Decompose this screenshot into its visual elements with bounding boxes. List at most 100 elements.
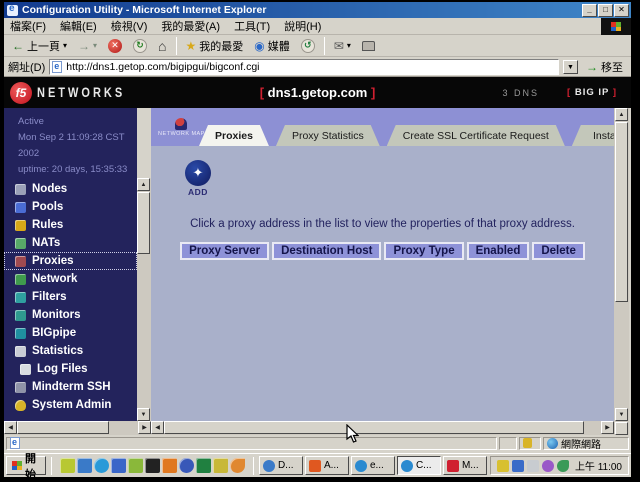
close-button[interactable]: ✕ <box>614 4 629 17</box>
mail-button[interactable]: ✉ ▾ <box>330 36 355 55</box>
minimize-button[interactable]: _ <box>582 4 597 17</box>
quick-launch-icon-9[interactable] <box>196 458 211 473</box>
refresh-button[interactable]: ↻ <box>129 36 151 55</box>
quick-launch-icon-4[interactable] <box>111 458 126 473</box>
menu-tools[interactable]: 工具(T) <box>234 18 270 34</box>
tab-proxy-statistics[interactable]: Proxy Statistics <box>276 125 380 146</box>
back-button[interactable]: ← 上一頁 ▾ <box>8 36 71 55</box>
quick-launch-icon-2[interactable] <box>77 458 92 473</box>
quick-launch-icon-1[interactable] <box>60 458 75 473</box>
print-button[interactable] <box>358 36 379 55</box>
start-button[interactable]: 開始 <box>6 456 46 475</box>
maximize-button[interactable]: □ <box>598 4 613 17</box>
scroll-down-icon[interactable]: ▼ <box>615 408 628 421</box>
sidebar-item-system-admin[interactable]: System Admin <box>4 396 137 414</box>
column-header-delete[interactable]: Delete <box>532 242 585 260</box>
address-dropdown-button[interactable]: ▼ <box>563 60 578 74</box>
scroll-up-icon[interactable]: ▲ <box>137 178 150 191</box>
add-button[interactable]: ✦ ADD <box>173 160 223 197</box>
link-bigip[interactable]: [ BIG IP ] <box>567 87 617 98</box>
sidebar-item-label: System Admin <box>32 399 111 411</box>
sidebar-item-label: Mindterm SSH <box>32 381 111 393</box>
tray-icon-5[interactable] <box>557 460 569 472</box>
sidebar-item-network[interactable]: Network <box>4 270 137 288</box>
scroll-left-icon[interactable]: ◀ <box>151 421 164 434</box>
scrollbar-thumb[interactable] <box>17 421 109 434</box>
address-input[interactable]: http://dns1.getop.com/bigipgui/bigconf.c… <box>49 59 559 75</box>
back-dropdown-icon[interactable]: ▾ <box>63 40 67 52</box>
scrollbar-thumb[interactable] <box>615 122 628 302</box>
document-icon <box>10 437 20 449</box>
task-button-1[interactable]: D... <box>259 456 303 475</box>
column-header-proxy-type[interactable]: Proxy Type <box>384 242 463 260</box>
forward-dropdown-icon[interactable]: ▾ <box>93 40 97 52</box>
media-button[interactable]: ◉ 媒體 <box>250 36 293 55</box>
column-header-destination-host[interactable]: Destination Host <box>272 242 381 260</box>
scroll-right-icon[interactable]: ▶ <box>601 421 614 434</box>
menu-favorites[interactable]: 我的最愛(A) <box>161 18 220 34</box>
favorites-button[interactable]: ★ 我的最愛 <box>182 36 248 55</box>
task-button-3[interactable]: e... <box>351 456 395 475</box>
quick-launch-icon-8[interactable] <box>179 458 194 473</box>
tray-icon-2[interactable] <box>512 460 524 472</box>
menu-edit[interactable]: 編輯(E) <box>60 18 97 34</box>
sidebar-item-pools[interactable]: Pools <box>4 198 137 216</box>
column-header-enabled[interactable]: Enabled <box>467 242 530 260</box>
main-vertical-scrollbar[interactable]: ▲ ▼ <box>614 108 629 435</box>
menu-file[interactable]: 檔案(F) <box>10 18 46 34</box>
tab-create-ssl-certificate-request[interactable]: Create SSL Certificate Request <box>387 125 565 146</box>
sidebar-item-bigpipe[interactable]: BIGpipe <box>4 324 137 342</box>
quick-launch-icon-5[interactable] <box>128 458 143 473</box>
quick-launch-icon-3[interactable] <box>94 458 109 473</box>
sidebar-item-proxies[interactable]: Proxies <box>4 252 137 270</box>
scroll-left-icon[interactable]: ◀ <box>4 421 17 434</box>
sidebar-vertical-scrollbar[interactable]: ▲ ▼ <box>137 178 151 421</box>
stop-button[interactable]: ✕ <box>104 36 126 55</box>
tray-icon-4[interactable] <box>542 460 554 472</box>
main-horizontal-scrollbar[interactable]: ◀ ▶ <box>151 421 614 435</box>
history-button[interactable]: ↺ <box>297 36 319 55</box>
task-button-5[interactable]: M... <box>443 456 487 475</box>
task-button-2[interactable]: A... <box>305 456 349 475</box>
sidebar-item-log-files[interactable]: Log Files <box>4 360 137 378</box>
mail-dropdown-icon[interactable]: ▾ <box>347 40 351 52</box>
desktop: { "window": { "title": "Configuration Ut… <box>0 0 640 480</box>
column-header-proxy-server[interactable]: Proxy Server <box>180 242 269 260</box>
sidebar-item-nats[interactable]: NATs <box>4 234 137 252</box>
quick-launch-icon-10[interactable] <box>213 458 228 473</box>
task-icon <box>447 460 459 472</box>
quick-launch-icon-11[interactable] <box>230 458 245 473</box>
sidebar-item-nodes[interactable]: Nodes <box>4 180 137 198</box>
tray-icon-1[interactable] <box>497 460 509 472</box>
quick-launch-icon-7[interactable] <box>162 458 177 473</box>
task-button-4-active[interactable]: C... <box>397 456 441 475</box>
sidebar-item-monitors[interactable]: Monitors <box>4 306 137 324</box>
menu-view[interactable]: 檢視(V) <box>111 18 148 34</box>
bracket-left: [ <box>567 87 571 98</box>
scroll-up-icon[interactable]: ▲ <box>615 108 628 121</box>
network-map-button[interactable]: NETWORK MAP <box>159 111 203 143</box>
menu-help[interactable]: 說明(H) <box>284 18 321 34</box>
tab-proxies[interactable]: Proxies <box>199 125 269 146</box>
go-button[interactable]: → 移至 <box>582 57 627 76</box>
sidebar-horizontal-scrollbar[interactable]: ◀ ▶ <box>4 421 151 435</box>
status-zone-pane: 網際網路 <box>543 437 629 450</box>
go-icon: → <box>586 61 598 73</box>
quick-launch-icon-6[interactable] <box>145 458 160 473</box>
app-area: Active Mon Sep 2 11:09:28 CST 2002 uptim… <box>4 108 631 435</box>
sidebar-item-filters[interactable]: Filters <box>4 288 137 306</box>
scrollbar-thumb[interactable] <box>164 421 584 434</box>
start-windows-flag-icon <box>12 461 22 470</box>
scroll-down-icon[interactable]: ▼ <box>137 408 150 421</box>
tray-icon-3[interactable] <box>527 460 539 472</box>
scroll-right-icon[interactable]: ▶ <box>138 421 151 434</box>
forward-button[interactable]: → ▾ <box>74 36 101 55</box>
sidebar-item-rules[interactable]: Rules <box>4 216 137 234</box>
scrollbar-thumb[interactable] <box>137 192 150 254</box>
home-button[interactable]: ⌂ <box>154 36 170 55</box>
sidebar-item-mindterm-ssh[interactable]: Mindterm SSH <box>4 378 137 396</box>
tab-install-ssl-certificate[interactable]: Install SSL Certif <box>572 125 614 146</box>
link-3dns[interactable]: 3 DNS <box>503 88 540 98</box>
sidebar-item-statistics[interactable]: Statistics <box>4 342 137 360</box>
title-bar[interactable]: Configuration Utility - Microsoft Intern… <box>4 2 631 18</box>
